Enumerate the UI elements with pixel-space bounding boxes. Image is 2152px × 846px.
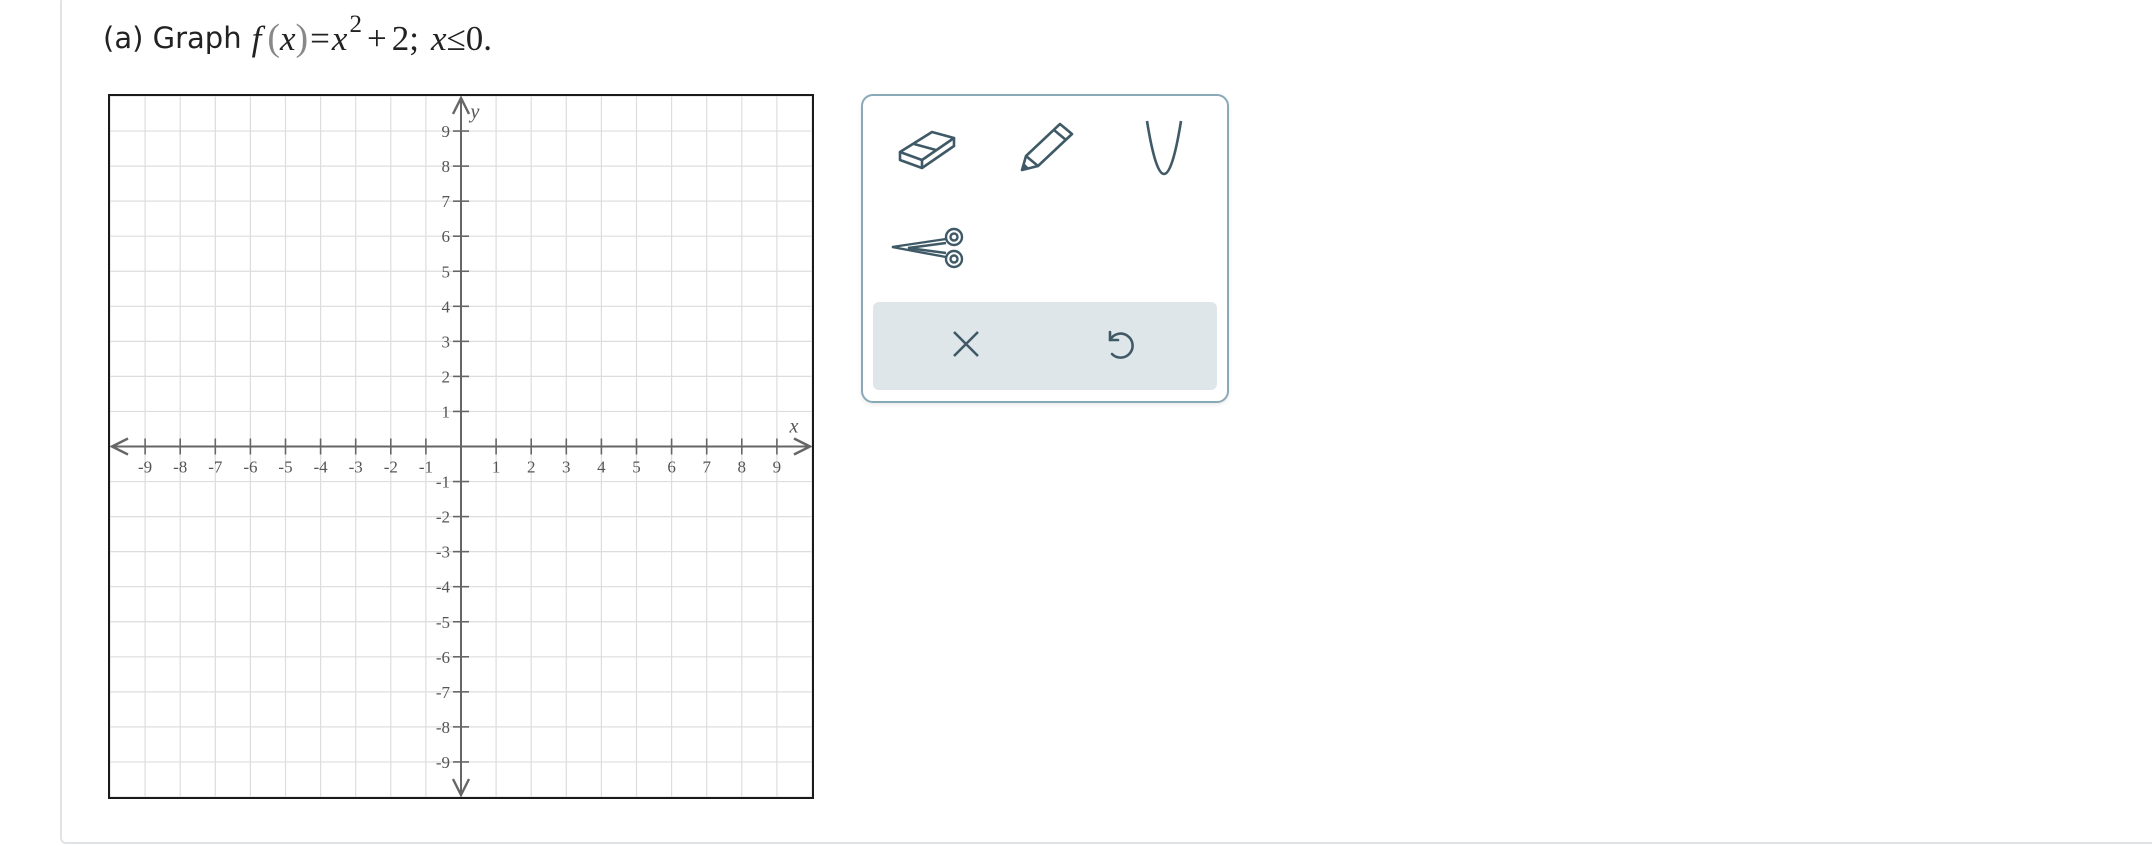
graphing-canvas[interactable]: -9 -8 -7 -6 -5 -4 -3 -2 -1 1 2 3 4 5 6 7 8 9 -9 -8 -7 -6 -5 -4 -… xyxy=(108,94,814,799)
condition-var: x xyxy=(430,19,447,58)
x-tick-label: 9 xyxy=(773,458,782,477)
parabola-icon xyxy=(1139,117,1189,183)
y-tick-label: 9 xyxy=(442,122,451,141)
y-tick-label: 7 xyxy=(442,192,451,211)
parabola-tool[interactable] xyxy=(1119,110,1209,190)
y-tick-label: 1 xyxy=(442,402,451,421)
scissors-tool[interactable] xyxy=(883,210,973,290)
x-tick-label: -9 xyxy=(138,458,152,477)
y-tick-label: -4 xyxy=(436,578,451,597)
y-tick-label: -5 xyxy=(436,613,450,632)
y-tick-label: 5 xyxy=(442,262,451,281)
y-tick-label: 4 xyxy=(442,297,451,316)
graph-tool-panel xyxy=(861,94,1229,403)
x-tick-label: 6 xyxy=(667,458,676,477)
y-tick-label: -2 xyxy=(436,508,450,527)
exponent: 2 xyxy=(349,11,362,38)
x-tick-label: 7 xyxy=(702,458,711,477)
x-tick-label: -5 xyxy=(278,458,292,477)
y-tick-label: 2 xyxy=(442,367,451,386)
fn-name: f xyxy=(251,19,262,58)
y-tick-label: -9 xyxy=(436,753,450,772)
paren-open: ( xyxy=(267,17,280,59)
y-tick-label: 6 xyxy=(442,227,451,246)
clear-button[interactable] xyxy=(921,306,1011,386)
constant-term: 2; xyxy=(391,19,419,58)
x-tick-label: 3 xyxy=(562,458,571,477)
undo-icon xyxy=(1102,326,1138,366)
x-tick-label: 1 xyxy=(492,458,501,477)
x-tick-label: 5 xyxy=(632,458,641,477)
y-tick-label: -7 xyxy=(436,683,451,702)
eraser-icon xyxy=(896,122,960,178)
question-prefix: (a) Graph xyxy=(103,21,242,55)
x-axis-label: x xyxy=(789,416,799,438)
x-tick-label: -8 xyxy=(173,458,187,477)
x-tick-label: -3 xyxy=(349,458,363,477)
tool-action-bar xyxy=(873,302,1217,390)
paren-close: ) xyxy=(295,17,309,59)
y-axis-label: y xyxy=(469,101,480,123)
condition-operator: ≤ xyxy=(446,19,466,58)
undo-button[interactable] xyxy=(1075,306,1165,386)
pencil-icon xyxy=(1014,118,1078,182)
y-tick-label: -8 xyxy=(436,718,450,737)
scissors-icon xyxy=(888,223,968,277)
close-icon xyxy=(950,328,982,364)
x-tick-label: -7 xyxy=(208,458,223,477)
y-tick-label: -6 xyxy=(436,648,450,667)
x-tick-label: -1 xyxy=(419,458,433,477)
plus-sign: + xyxy=(366,19,387,58)
x-tick-label: 8 xyxy=(738,458,747,477)
x-tick-label: -4 xyxy=(314,458,329,477)
x-tick-label: -2 xyxy=(384,458,398,477)
function-expression: f ( x ) = x 2 + 2; x ≤ 0. xyxy=(251,11,492,60)
y-tick-label: -1 xyxy=(436,473,450,492)
x-tick-label: 2 xyxy=(527,458,536,477)
fn-var: x xyxy=(279,19,296,58)
y-tick-label: 8 xyxy=(442,157,451,176)
pencil-tool[interactable] xyxy=(1001,110,1091,190)
x-tick-label: 4 xyxy=(597,458,606,477)
condition-value: 0. xyxy=(465,19,492,58)
eraser-tool[interactable] xyxy=(883,110,973,190)
question-prompt: (a) Graph f ( x ) = x 2 + 2; x ≤ 0. xyxy=(103,8,492,68)
y-tick-label: 3 xyxy=(442,332,451,351)
equals-sign: = xyxy=(310,19,330,58)
base-var: x xyxy=(331,19,348,58)
x-tick-label: -6 xyxy=(243,458,257,477)
y-tick-label: -3 xyxy=(436,543,450,562)
